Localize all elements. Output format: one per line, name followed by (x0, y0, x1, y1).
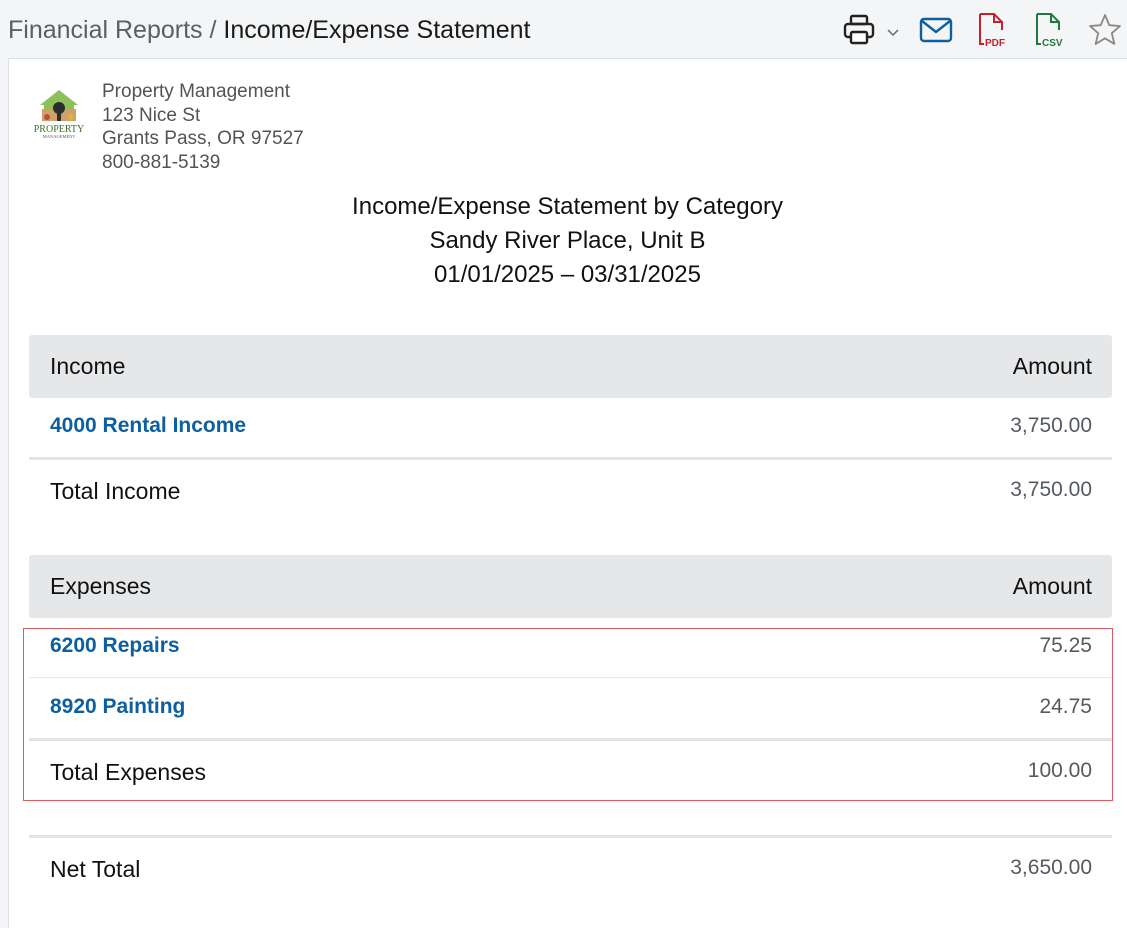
expenses-amount-header: Amount (1012, 573, 1092, 599)
expenses-header-label: Expenses (50, 573, 152, 599)
income-section-header: Income Amount (29, 335, 1112, 398)
breadcrumb-separator: / (202, 16, 224, 44)
chevron-down-icon[interactable] (886, 26, 900, 40)
row-amount: 3,750.00 (1010, 414, 1092, 437)
divider (29, 457, 1112, 460)
printer-icon (843, 14, 875, 45)
export-csv-button[interactable]: CSV (1031, 10, 1067, 50)
report-period: 01/01/2025 – 03/31/2025 (434, 261, 701, 288)
csv-label: CSV (1042, 38, 1063, 48)
breadcrumb: Financial Reports / Income/Expense State… (8, 14, 531, 46)
expenses-section-header: Expenses Amount (29, 555, 1112, 618)
income-header-label: Income (50, 353, 126, 379)
company-address-line1: 123 Nice St (102, 104, 201, 126)
income-total-row: Total Income 3,750.00 (29, 462, 1112, 522)
svg-text:MANAGEMENT: MANAGEMENT (43, 134, 76, 139)
net-total-label: Net Total (50, 856, 141, 882)
pdf-label: PDF (985, 38, 1005, 48)
company-phone: 800-881-5139 (102, 151, 221, 173)
star-icon (1089, 14, 1121, 45)
table-row: 4000 Rental Income 3,750.00 (29, 398, 1112, 458)
pdf-icon: PDF (979, 13, 1005, 48)
report-header: Income/Expense Statement by Category San… (8, 190, 1127, 292)
total-income-amount: 3,750.00 (1010, 478, 1092, 501)
print-button[interactable] (842, 10, 902, 50)
csv-icon: CSV (1036, 13, 1063, 48)
company-logo: PROPERTY MANAGEMENT (30, 88, 88, 140)
account-link-rental-income[interactable]: 4000 Rental Income (50, 414, 246, 438)
income-amount-header: Amount (1012, 353, 1092, 379)
highlight-box (23, 628, 1113, 801)
favorite-button[interactable] (1088, 10, 1122, 50)
company-address-line2: Grants Pass, OR 97527 (102, 128, 304, 149)
top-bar: Financial Reports / Income/Expense State… (0, 0, 1127, 60)
export-pdf-button[interactable]: PDF (974, 10, 1010, 50)
breadcrumb-current: Income/Expense Statement (223, 16, 531, 44)
company-info: Property Management 123 Nice St Grants P… (102, 80, 304, 174)
company-name: Property Management (102, 81, 290, 102)
report-property: Sandy River Place, Unit B (429, 227, 706, 254)
report-title: Income/Expense Statement by Category (352, 193, 783, 220)
email-button[interactable] (919, 10, 953, 50)
breadcrumb-parent[interactable]: Financial Reports (8, 16, 203, 44)
net-total-amount: 3,650.00 (1010, 856, 1092, 879)
total-income-label: Total Income (50, 478, 181, 504)
divider (29, 835, 1112, 838)
email-icon (919, 17, 953, 43)
net-total-row: Net Total 3,650.00 (29, 840, 1112, 900)
